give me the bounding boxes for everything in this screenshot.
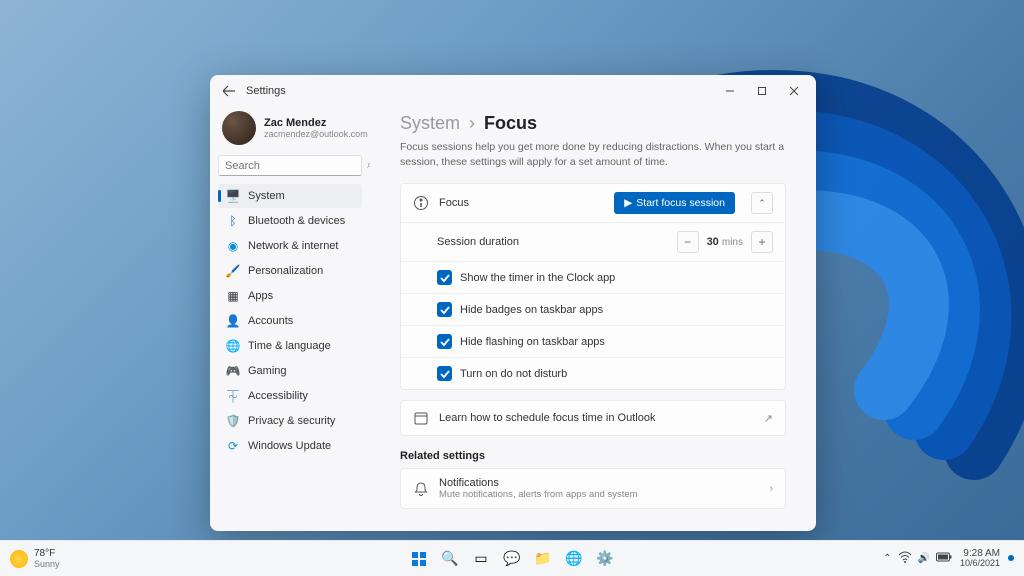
user-name: Zac Mendez xyxy=(264,117,368,129)
checkbox-dnd[interactable] xyxy=(437,366,452,381)
start-focus-button[interactable]: ▶Start focus session xyxy=(614,192,735,214)
notifications-link[interactable]: Notifications Mute notifications, alerts… xyxy=(400,468,786,509)
wifi-tray-icon[interactable] xyxy=(898,550,912,567)
nav-time[interactable]: 🌐Time & language xyxy=(218,334,362,358)
shield-icon: 🛡️ xyxy=(226,414,240,428)
collapse-button[interactable]: ⌃ xyxy=(751,192,773,214)
checkbox-flashing[interactable] xyxy=(437,334,452,349)
nav-personalization[interactable]: 🖌️Personalization xyxy=(218,259,362,283)
bell-icon xyxy=(413,481,429,497)
titlebar: Settings xyxy=(210,75,816,107)
duration-value: 30 mins xyxy=(701,236,749,248)
nav-apps[interactable]: ▦Apps xyxy=(218,284,362,308)
apps-icon: ▦ xyxy=(226,289,240,303)
breadcrumb: System › Focus xyxy=(400,113,786,134)
option-flashing: Hide flashing on taskbar apps xyxy=(401,325,785,357)
page-description: Focus sessions help you get more done by… xyxy=(400,140,786,169)
duration-stepper: − 30 mins + xyxy=(677,231,773,253)
brush-icon: 🖌️ xyxy=(226,264,240,278)
nav-update[interactable]: ⟳Windows Update xyxy=(218,434,362,458)
avatar xyxy=(222,111,256,145)
maximize-button[interactable] xyxy=(750,79,774,103)
nav-accounts[interactable]: 👤Accounts xyxy=(218,309,362,333)
outlook-link[interactable]: Learn how to schedule focus time in Outl… xyxy=(400,400,786,436)
nav-gaming[interactable]: 🎮Gaming xyxy=(218,359,362,383)
nav-privacy[interactable]: 🛡️Privacy & security xyxy=(218,409,362,433)
checkbox-badges[interactable] xyxy=(437,302,452,317)
search-box[interactable]: ⌕ xyxy=(218,155,362,176)
update-icon: ⟳ xyxy=(226,439,240,453)
breadcrumb-parent[interactable]: System xyxy=(400,113,460,133)
nav-accessibility[interactable]: ⏇Accessibility xyxy=(218,384,362,408)
bluetooth-icon: ᛒ xyxy=(226,214,240,228)
back-button[interactable] xyxy=(220,82,238,100)
chevron-up-icon[interactable]: ⌃ xyxy=(883,553,891,564)
external-link-icon: ↗ xyxy=(764,412,773,425)
nav-system[interactable]: 🖥️System xyxy=(218,184,362,208)
close-button[interactable] xyxy=(782,79,806,103)
battery-icon[interactable] xyxy=(936,552,952,565)
related-heading: Related settings xyxy=(400,450,786,462)
option-badges: Hide badges on taskbar apps xyxy=(401,293,785,325)
task-view[interactable]: ▭ xyxy=(467,545,495,573)
minimize-button[interactable] xyxy=(718,79,742,103)
taskbar-edge[interactable]: 🌐 xyxy=(560,545,588,573)
settings-window: Settings Zac Mendez zacmendez@outlook.co… xyxy=(210,75,816,531)
search-input[interactable] xyxy=(225,160,367,172)
taskbar-settings[interactable]: ⚙️ xyxy=(591,545,619,573)
option-dnd: Turn on do not disturb xyxy=(401,357,785,389)
duration-row: Session duration − 30 mins + xyxy=(401,222,785,261)
taskbar-clock[interactable]: 9:28 AM 10/6/2021 xyxy=(960,548,1000,569)
taskbar-weather[interactable]: 78°FSunny xyxy=(10,548,60,569)
start-button[interactable] xyxy=(405,545,433,573)
focus-heading: Focus xyxy=(439,197,604,209)
sun-icon xyxy=(10,550,28,568)
taskbar-explorer[interactable]: 📁 xyxy=(529,545,557,573)
sidebar: Zac Mendez zacmendez@outlook.com ⌕ 🖥️Sys… xyxy=(210,107,370,531)
nav-network[interactable]: ◉Network & internet xyxy=(218,234,362,258)
system-icon: 🖥️ xyxy=(226,189,240,203)
gamepad-icon: 🎮 xyxy=(226,364,240,378)
checkbox-timer[interactable] xyxy=(437,270,452,285)
focus-icon xyxy=(413,195,429,211)
nav-bluetooth[interactable]: ᛒBluetooth & devices xyxy=(218,209,362,233)
user-email: zacmendez@outlook.com xyxy=(264,129,368,139)
increase-button[interactable]: + xyxy=(751,231,773,253)
breadcrumb-current: Focus xyxy=(484,113,537,133)
system-tray[interactable]: ⌃ 🔊 xyxy=(883,550,952,567)
calendar-icon xyxy=(413,410,429,426)
globe-icon: 🌐 xyxy=(226,339,240,353)
notifications-tray[interactable] xyxy=(1008,555,1014,561)
decrease-button[interactable]: − xyxy=(677,231,699,253)
option-timer: Show the timer in the Clock app xyxy=(401,261,785,293)
taskbar-chat[interactable]: 💬 xyxy=(498,545,526,573)
chevron-right-icon: › xyxy=(770,483,773,494)
taskbar-center: 🔍 ▭ 💬 📁 🌐 ⚙️ xyxy=(405,545,619,573)
taskbar-search[interactable]: 🔍 xyxy=(436,545,464,573)
focus-card: Focus ▶Start focus session ⌃ Session dur… xyxy=(400,183,786,390)
user-profile[interactable]: Zac Mendez zacmendez@outlook.com xyxy=(218,107,362,155)
volume-icon[interactable]: 🔊 xyxy=(918,553,930,564)
accessibility-icon: ⏇ xyxy=(226,389,240,403)
person-icon: 👤 xyxy=(226,314,240,328)
main-panel: System › Focus Focus sessions help you g… xyxy=(370,107,816,531)
play-icon: ▶ xyxy=(624,197,632,209)
wifi-icon: ◉ xyxy=(226,239,240,253)
window-title: Settings xyxy=(246,85,286,97)
taskbar: 78°FSunny 🔍 ▭ 💬 📁 🌐 ⚙️ ⌃ 🔊 9:28 AM 10/6/… xyxy=(0,540,1024,576)
